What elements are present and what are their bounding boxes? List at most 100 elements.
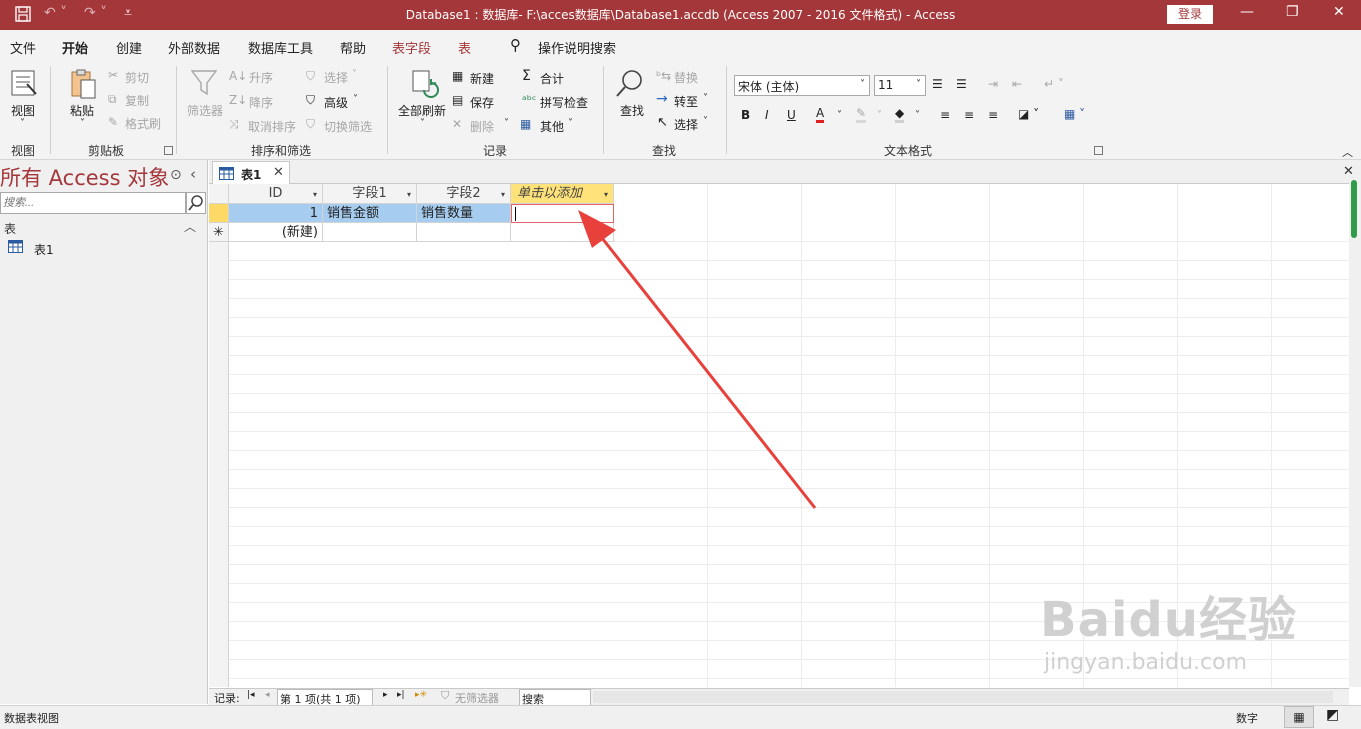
paste-button[interactable]: 粘贴 xyxy=(70,102,94,119)
nav-section-tables[interactable]: 表 xyxy=(4,220,16,237)
collapse-section-icon[interactable]: ︿ xyxy=(184,218,196,235)
font-name-select[interactable]: 宋体 (主体) ˅ xyxy=(734,75,870,96)
increase-indent-icon[interactable]: ⇥ xyxy=(988,77,998,91)
column-sort-dropdown-icon[interactable]: ▾ xyxy=(313,185,317,203)
paste-icon[interactable] xyxy=(68,68,98,103)
column-sort-dropdown-icon[interactable]: ▾ xyxy=(501,185,505,203)
filter-status[interactable]: 无筛选器 xyxy=(455,690,499,706)
collapse-nav-icon[interactable]: ‹ xyxy=(190,165,196,183)
decrease-indent-icon[interactable]: ⇤ xyxy=(1012,77,1022,91)
first-record-icon[interactable]: |◂ xyxy=(247,690,255,700)
select-all-corner[interactable] xyxy=(209,184,229,204)
tab-create[interactable]: 创建 xyxy=(116,38,142,57)
last-record-icon[interactable]: ▸| xyxy=(397,690,405,700)
replace-button[interactable]: 替换 xyxy=(674,69,698,86)
highlight-dropdown-icon[interactable]: ˅ xyxy=(877,110,882,121)
tab-help[interactable]: 帮助 xyxy=(340,38,366,57)
horizontal-scrollbar[interactable] xyxy=(593,691,1333,703)
cell-new-field1[interactable] xyxy=(323,223,417,242)
goto-dropdown-icon[interactable]: ˅ xyxy=(703,93,708,104)
advanced-dropdown-icon[interactable]: ˅ xyxy=(353,94,358,105)
nav-pane-title[interactable]: 所有 Access 对象 xyxy=(0,162,169,192)
close-document-icon[interactable]: ✕ xyxy=(1343,164,1354,179)
select-dropdown-icon[interactable]: ˅ xyxy=(703,116,708,127)
underline-icon[interactable]: U xyxy=(787,108,796,122)
new-record-selector-icon[interactable]: ✳ xyxy=(209,223,229,242)
goto-button[interactable]: 转至 xyxy=(674,93,698,110)
column-type-dropdown-icon[interactable]: ▾ xyxy=(604,185,608,203)
totals-button[interactable]: 合计 xyxy=(540,70,564,87)
bold-icon[interactable]: B xyxy=(741,108,750,122)
clipboard-launcher-icon[interactable] xyxy=(164,146,173,155)
column-header-click-to-add[interactable]: 单击以添加 ▾ xyxy=(511,184,614,204)
tab-external-data[interactable]: 外部数据 xyxy=(168,38,220,57)
copy-button[interactable]: 复制 xyxy=(125,92,149,109)
align-right-icon[interactable]: ≡ xyxy=(988,108,998,122)
cell-new-record[interactable]: (新建) xyxy=(229,223,323,242)
column-header-field1[interactable]: 字段1 ▾ xyxy=(323,184,417,204)
paragraph-direction-icon[interactable]: ↵ ˅ xyxy=(1044,77,1064,91)
advanced-filter-button[interactable]: 高级 xyxy=(324,94,348,111)
cell-new-field2[interactable] xyxy=(417,223,511,242)
spelling-button[interactable]: 拼写检查 xyxy=(540,94,588,111)
sort-descending-button[interactable]: 降序 xyxy=(249,94,273,111)
selection-filter-button[interactable]: 选择 xyxy=(324,69,348,86)
search-icon[interactable] xyxy=(186,192,206,214)
record-selector[interactable] xyxy=(209,204,229,223)
font-color-icon[interactable]: A xyxy=(816,106,825,123)
bullets-icon[interactable]: ☰ xyxy=(932,77,943,91)
font-size-select[interactable]: 11 ˅ xyxy=(874,75,926,96)
column-sort-dropdown-icon[interactable]: ▾ xyxy=(407,185,411,203)
restore-icon[interactable]: ❐ xyxy=(1286,4,1299,20)
login-button[interactable]: 登录 xyxy=(1167,5,1213,24)
collapse-ribbon-icon[interactable]: ︿ xyxy=(1342,144,1353,160)
datasheet-view-icon[interactable]: ▦ xyxy=(1284,706,1314,728)
design-view-icon[interactable]: ◩ xyxy=(1326,707,1339,723)
more-button[interactable]: 其他 xyxy=(540,118,564,135)
toggle-filter-button[interactable]: 切换筛选 xyxy=(324,118,372,135)
next-record-icon[interactable]: ▸ xyxy=(383,690,388,700)
background-color-dropdown-icon[interactable]: ˅ xyxy=(915,110,920,121)
gridlines-icon[interactable]: ◪ ˅ xyxy=(1018,107,1039,121)
record-search-input[interactable]: 搜索 xyxy=(519,689,591,706)
refresh-all-button[interactable]: 全部刷新 xyxy=(398,102,446,119)
scrollbar-thumb[interactable] xyxy=(1351,180,1357,238)
previous-record-icon[interactable]: ◂ xyxy=(265,690,270,700)
close-tab-icon[interactable]: ✕ xyxy=(273,165,284,180)
background-color-icon[interactable]: ◆ xyxy=(895,106,905,123)
refresh-dropdown-icon[interactable]: ˅ xyxy=(420,118,425,129)
tab-table[interactable]: 表 xyxy=(458,38,471,57)
delete-dropdown-icon[interactable]: ˅ xyxy=(504,118,509,129)
font-color-dropdown-icon[interactable]: ˅ xyxy=(837,110,842,121)
select-button[interactable]: 选择 xyxy=(674,116,698,133)
tab-table-fields[interactable]: 表字段 xyxy=(392,38,431,57)
new-record-button[interactable]: 新建 xyxy=(470,70,494,87)
text-format-launcher-icon[interactable] xyxy=(1094,146,1103,155)
tab-file[interactable]: 文件 xyxy=(10,38,36,57)
view-button[interactable]: 视图 xyxy=(11,102,35,119)
alternate-row-color-icon[interactable]: ▦ ˅ xyxy=(1064,107,1085,121)
refresh-all-icon[interactable] xyxy=(410,68,440,103)
view-icon[interactable] xyxy=(9,68,39,101)
paste-dropdown-icon[interactable]: ˅ xyxy=(80,118,85,129)
italic-icon[interactable]: I xyxy=(765,108,769,122)
column-header-field2[interactable]: 字段2 ▾ xyxy=(417,184,511,204)
minimize-icon[interactable]: — xyxy=(1240,4,1254,20)
delete-record-button[interactable]: 删除 xyxy=(470,118,494,135)
cell-field1[interactable]: 销售金额 xyxy=(323,204,417,223)
view-dropdown-icon[interactable]: ˅ xyxy=(20,118,25,129)
cell-new-add[interactable] xyxy=(511,223,614,242)
format-painter-button[interactable]: 格式刷 xyxy=(125,115,161,132)
highlight-icon[interactable]: ✎ xyxy=(856,106,867,123)
align-center-icon[interactable]: ≡ xyxy=(964,108,974,122)
cut-button[interactable]: 剪切 xyxy=(125,69,149,86)
tab-table1[interactable]: 表1 ✕ xyxy=(212,161,290,185)
sort-ascending-button[interactable]: 升序 xyxy=(249,69,273,86)
selection-dropdown-icon[interactable]: ˅ xyxy=(352,69,357,80)
tab-database-tools[interactable]: 数据库工具 xyxy=(248,38,313,57)
cell-add-field[interactable] xyxy=(511,204,614,223)
nav-menu-dropdown-icon[interactable]: ⊙ xyxy=(170,167,182,183)
find-icon[interactable] xyxy=(614,68,646,103)
tell-me-search[interactable]: 操作说明搜索 xyxy=(538,38,616,57)
more-dropdown-icon[interactable]: ˅ xyxy=(568,118,573,129)
